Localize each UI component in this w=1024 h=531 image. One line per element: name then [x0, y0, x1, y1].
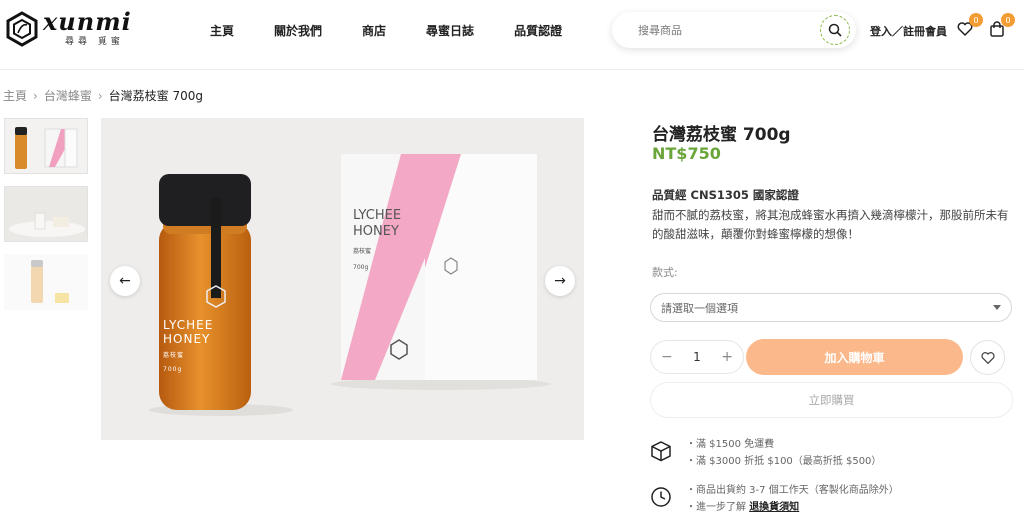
increment-button[interactable]: + [721, 349, 733, 365]
breadcrumb-home[interactable]: 主頁 [3, 87, 27, 104]
variant-select-value: 請選取一個選項 [661, 301, 738, 315]
box-label: LYCHEE HONEY 荔枝蜜 700g [353, 208, 417, 276]
site-logo[interactable]: xunmi 尋尋 覓蜜 [5, 10, 132, 47]
product-main-image: LYCHEE HONEY 荔枝蜜 700g LYCHEE HONEY 荔枝蜜 7… [101, 118, 584, 440]
quantity-value[interactable]: 1 [693, 350, 701, 364]
arrow-right-icon: → [554, 273, 566, 289]
add-to-cart-button[interactable]: 加入購物車 [746, 339, 963, 375]
logo-text: xunmi 尋尋 覓蜜 [43, 7, 132, 48]
shipping-info: ・滿 $1500 免運費 ・滿 $3000 折抵 $100（最高折抵 $500） [650, 436, 881, 470]
return-policy-link[interactable]: 退換貨須知 [749, 502, 799, 513]
product-photo [101, 118, 584, 440]
logo-wordmark: xunmi [43, 7, 132, 36]
box-label-text: LYCHEE HONEY [353, 208, 402, 239]
gallery-next-button[interactable]: → [545, 266, 575, 296]
delivery-info: ・商品出貨約 3-7 個工作天（客製化商品除外） ・進一步了解 退換貨須知 [650, 482, 899, 516]
add-to-wishlist-button[interactable] [970, 340, 1005, 375]
nav-home[interactable]: 主頁 [210, 22, 234, 39]
bottle-label-weight: 700g [163, 366, 183, 373]
gallery-thumbnail-2[interactable] [4, 186, 88, 242]
product-price: NT$750 [652, 144, 721, 163]
product-certification: 品質經 CNS1305 國家認證 [652, 188, 799, 202]
bottle-label-text: LYCHEE HONEY [163, 318, 214, 346]
thumbnail-lifestyle-image [5, 187, 87, 241]
login-register-link[interactable]: 登入／註冊會員 [870, 23, 947, 39]
hexagon-logo-icon [6, 10, 38, 47]
heart-outline-icon [980, 351, 995, 364]
chevron-right-icon: › [97, 88, 103, 103]
search-input[interactable] [638, 21, 808, 39]
bottle-label: LYCHEE HONEY 荔枝蜜 700g [163, 318, 223, 377]
decrement-button[interactable]: − [661, 349, 673, 365]
nav-journal[interactable]: 尋蜜日誌 [426, 22, 474, 39]
cart-button[interactable]: 0 [988, 13, 1015, 40]
gallery-prev-button[interactable]: ← [110, 266, 140, 296]
bottle-label-sub: 荔枝蜜 [163, 352, 185, 359]
nav-about[interactable]: 關於我們 [274, 22, 322, 39]
box-label-sub: 荔枝蜜 [353, 248, 372, 255]
arrow-left-icon: ← [119, 273, 131, 289]
delivery-line-1: ・商品出貨約 3-7 個工作天（客製化商品除外） [686, 485, 899, 496]
thumbnail-product-image [15, 127, 78, 169]
product-description: 甜而不膩的荔枝蜜，將其泡成蜂蜜水再擠入幾滴檸檬汁，那股前所未有的酸甜滋味，顛覆你… [652, 208, 1009, 241]
gallery-thumbnail-3[interactable] [4, 254, 88, 310]
main-nav: 主頁 關於我們 商店 尋蜜日誌 品質認證 [210, 22, 602, 39]
breadcrumb-category[interactable]: 台灣蜂蜜 [44, 87, 92, 104]
caret-down-icon [993, 305, 1001, 310]
wishlist-count-badge: 0 [969, 13, 983, 27]
variant-select[interactable]: 請選取一個選項 [650, 293, 1012, 322]
quantity-stepper: − 1 + [650, 340, 744, 374]
delivery-line-2: ・進一步了解 退換貨須知 [686, 499, 899, 516]
delivery-line-2-prefix: ・進一步了解 [686, 502, 750, 513]
chevron-right-icon: › [33, 88, 38, 103]
search-button[interactable] [820, 15, 850, 45]
clock-icon [651, 487, 671, 507]
site-header: xunmi 尋尋 覓蜜 主頁 關於我們 商店 尋蜜日誌 品質認證 登入／註冊會員… [0, 0, 1024, 70]
box-label-weight: 700g [353, 264, 369, 271]
shipping-line-2: ・滿 $3000 折抵 $100（最高折抵 $500） [686, 456, 882, 467]
logo-tagline: 尋尋 覓蜜 [65, 37, 124, 47]
buy-now-button[interactable]: 立即購買 [650, 382, 1013, 418]
breadcrumb-current: 台灣荔枝蜜 700g [108, 89, 203, 103]
gallery-thumbnail-1[interactable] [4, 118, 88, 174]
option-label: 款式: [652, 266, 678, 279]
wishlist-button[interactable]: 0 [956, 13, 983, 40]
shipping-line-1: ・滿 $1500 免運費 [686, 439, 775, 450]
thumbnail-bottle-image [31, 260, 69, 303]
search-icon [828, 23, 842, 37]
package-icon [651, 441, 671, 462]
cart-count-badge: 0 [1001, 13, 1015, 27]
nav-shop[interactable]: 商店 [362, 22, 386, 39]
product-title: 台灣荔枝蜜 700g [652, 125, 791, 145]
search-bar [612, 12, 856, 48]
breadcrumb: 主頁 › 台灣蜂蜜 › 台灣荔枝蜜 700g [3, 87, 209, 104]
nav-quality[interactable]: 品質認證 [514, 22, 562, 39]
